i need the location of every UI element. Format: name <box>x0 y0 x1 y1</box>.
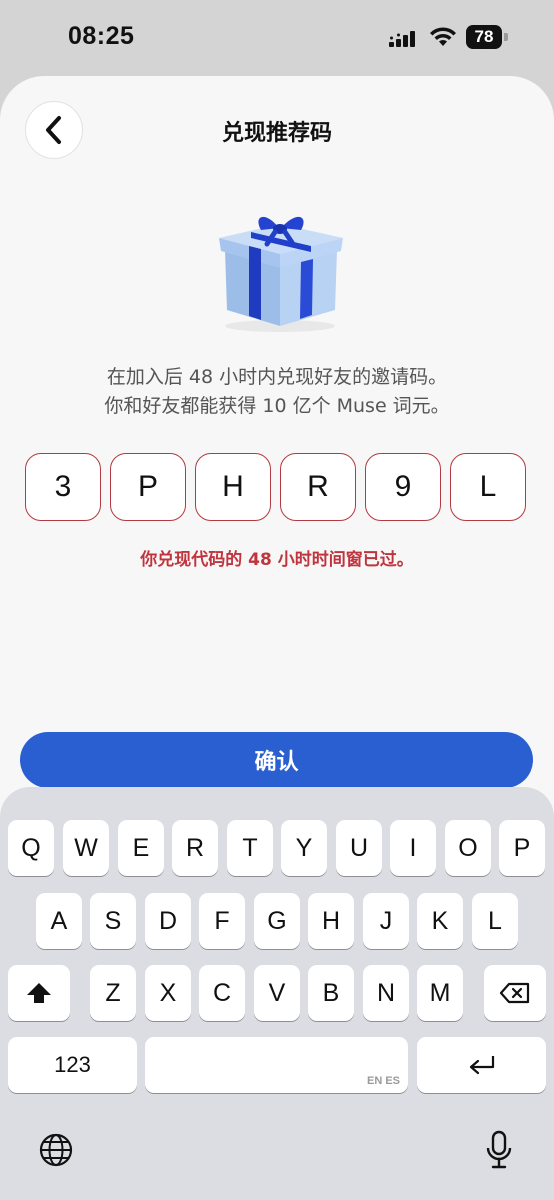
description-line-1: 在加入后 48 小时内兑现好友的邀请码。 <box>106 366 448 388</box>
code-input-row: 3 P H R 9 L <box>25 453 529 523</box>
key-w[interactable]: W <box>63 820 109 876</box>
key-v[interactable]: V <box>254 965 300 1021</box>
key-t[interactable]: T <box>227 820 273 876</box>
return-key[interactable] <box>417 1037 546 1093</box>
error-message: 你兑现代码的 48 小时时间窗已过。 <box>140 550 414 570</box>
gift-icon <box>219 216 343 332</box>
key-q[interactable]: Q <box>8 820 54 876</box>
key-y[interactable]: Y <box>281 820 327 876</box>
key-z[interactable]: Z <box>90 965 136 1021</box>
key-o[interactable]: O <box>445 820 491 876</box>
code-digit-1[interactable]: 3 <box>25 453 101 521</box>
key-j[interactable]: J <box>363 893 409 949</box>
code-digit-3[interactable]: H <box>195 453 271 521</box>
key-s[interactable]: S <box>90 893 136 949</box>
status-time: 08:25 <box>68 22 135 50</box>
delete-key[interactable] <box>484 965 546 1021</box>
key-p[interactable]: P <box>499 820 545 876</box>
shift-icon <box>27 983 51 1003</box>
globe-icon[interactable] <box>38 1132 74 1168</box>
key-m[interactable]: M <box>417 965 463 1021</box>
code-digit-6[interactable]: L <box>450 453 526 521</box>
key-c[interactable]: C <box>199 965 245 1021</box>
code-digit-5[interactable]: 9 <box>365 453 441 521</box>
microphone-icon[interactable] <box>484 1130 514 1170</box>
key-a[interactable]: A <box>36 893 82 949</box>
page-title: 兑现推荐码 <box>221 121 332 146</box>
description-line-2: 你和好友都能获得 10 亿个 Muse 词元。 <box>104 395 450 417</box>
key-g[interactable]: G <box>254 893 300 949</box>
key-r[interactable]: R <box>172 820 218 876</box>
key-b[interactable]: B <box>308 965 354 1021</box>
key-n[interactable]: N <box>363 965 409 1021</box>
wifi-icon <box>430 27 456 46</box>
key-f[interactable]: F <box>199 893 245 949</box>
battery-icon: 78 <box>466 25 510 49</box>
return-icon <box>469 1056 494 1075</box>
key-x[interactable]: X <box>145 965 191 1021</box>
key-i[interactable]: I <box>390 820 436 876</box>
key-d[interactable]: D <box>145 893 191 949</box>
cellular-signal-icon <box>389 31 415 47</box>
key-h[interactable]: H <box>308 893 354 949</box>
key-k[interactable]: K <box>417 893 463 949</box>
space-language-hint: EN ES <box>366 1075 400 1087</box>
keyboard: Q W E R T Y U I O P A S D F G H J K L Z … <box>0 787 554 1200</box>
key-e[interactable]: E <box>118 820 164 876</box>
status-bar: 08:25 78 <box>0 0 554 76</box>
key-l[interactable]: L <box>472 893 518 949</box>
battery-level: 78 <box>474 27 494 46</box>
backspace-icon <box>499 982 530 1004</box>
key-u[interactable]: U <box>336 820 382 876</box>
space-key[interactable]: EN ES <box>145 1037 408 1093</box>
code-digit-2[interactable]: P <box>110 453 186 521</box>
redeem-description: 在加入后 48 小时内兑现好友的邀请码。 你和好友都能获得 10 亿个 Muse… <box>0 363 554 421</box>
shift-key[interactable] <box>8 965 70 1021</box>
numbers-key[interactable]: 123 <box>8 1037 137 1093</box>
code-digit-4[interactable]: R <box>280 453 356 521</box>
confirm-button[interactable]: 确认 <box>20 732 533 788</box>
